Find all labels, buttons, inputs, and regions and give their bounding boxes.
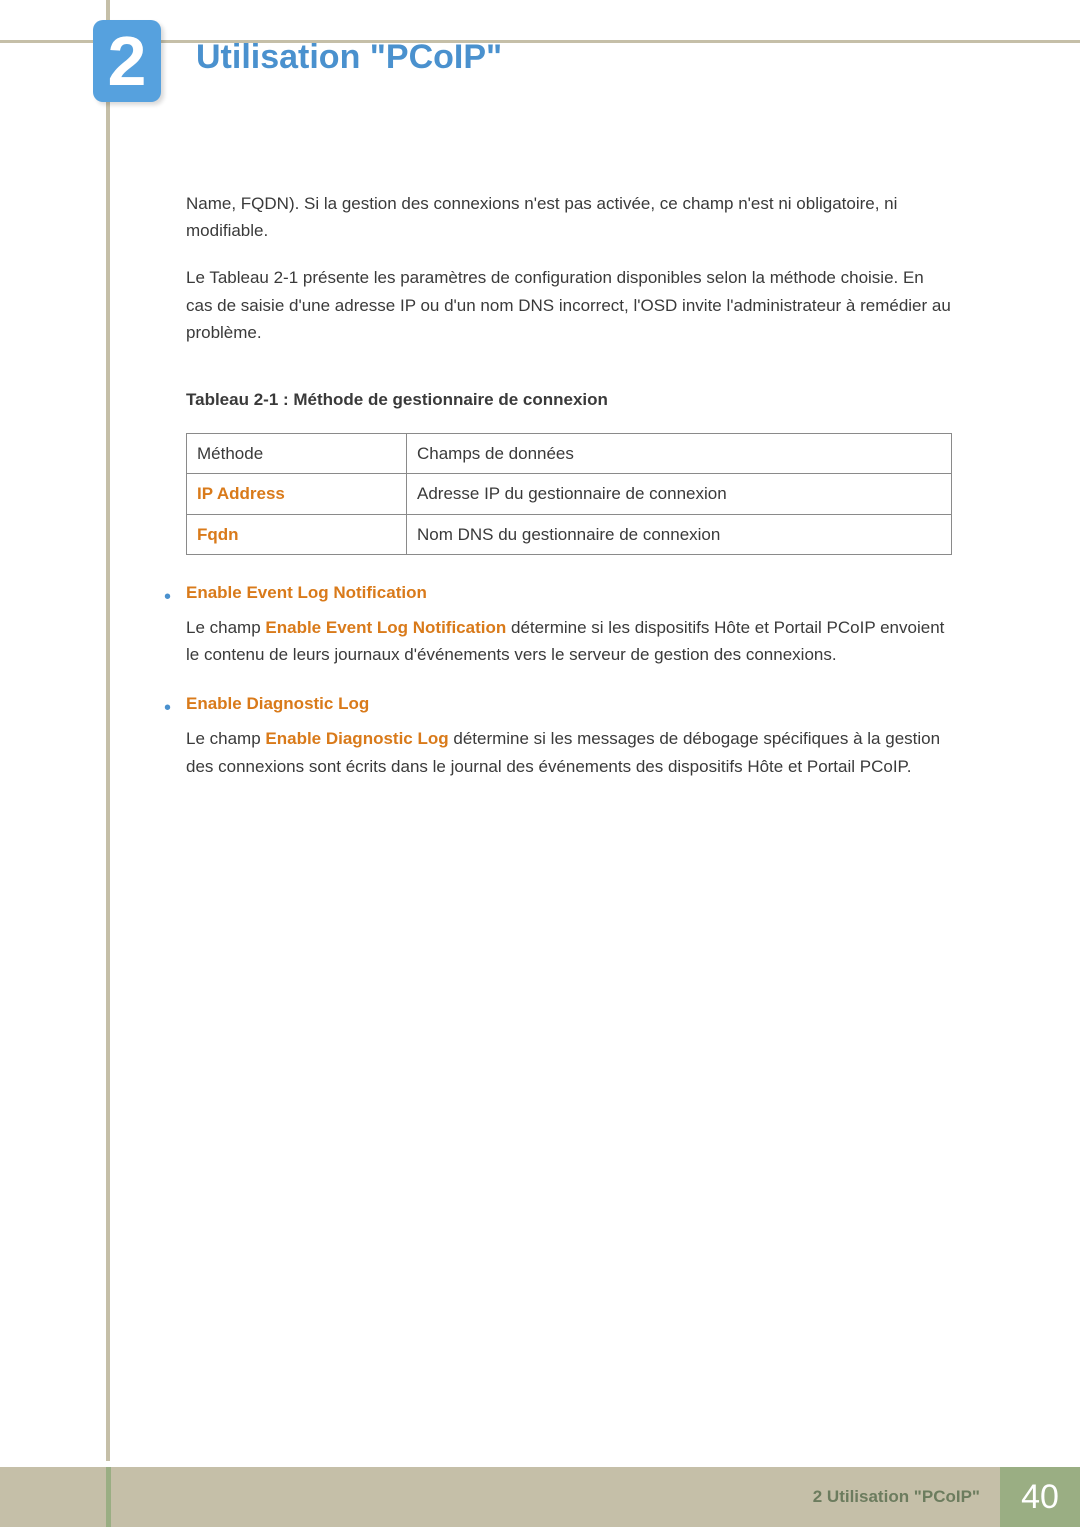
term: Enable Diagnostic Log: [265, 729, 448, 748]
paragraph: Name, FQDN). Si la gestion des connexion…: [186, 190, 952, 244]
table-cell-data: Nom DNS du gestionnaire de connexion: [407, 514, 952, 554]
footer-bar: 2 Utilisation "PCoIP": [0, 1467, 1000, 1527]
footer-accent: [106, 1467, 111, 1527]
table-row: Fqdn Nom DNS du gestionnaire de connexio…: [187, 514, 952, 554]
term: Enable Event Log Notification: [265, 618, 506, 637]
bullet-body: Le champ Enable Event Log Notification d…: [186, 614, 952, 668]
bullet-body: Le champ Enable Diagnostic Log détermine…: [186, 725, 952, 779]
chapter-title: Utilisation "PCoIP": [196, 38, 502, 77]
footer: 2 Utilisation "PCoIP" 40: [0, 1467, 1080, 1527]
table-cell-method: Fqdn: [187, 514, 407, 554]
bullet-item: Enable Event Log Notification Le champ E…: [186, 579, 952, 669]
chapter-badge: 2: [93, 20, 161, 102]
bullet-heading: Enable Diagnostic Log: [186, 690, 952, 717]
table-row: Méthode Champs de données: [187, 434, 952, 474]
table-header-cell: Champs de données: [407, 434, 952, 474]
paragraph: Le Tableau 2-1 présente les paramètres d…: [186, 264, 952, 346]
methods-table: Méthode Champs de données IP Address Adr…: [186, 433, 952, 555]
content-area: Name, FQDN). Si la gestion des connexion…: [186, 190, 952, 802]
table-caption: Tableau 2-1 : Méthode de gestionnaire de…: [186, 386, 952, 413]
bullet-item: Enable Diagnostic Log Le champ Enable Di…: [186, 690, 952, 780]
header-rule: [0, 40, 1080, 43]
table-header-cell: Méthode: [187, 434, 407, 474]
page-number: 40: [1000, 1467, 1080, 1527]
footer-label: 2 Utilisation "PCoIP": [813, 1487, 980, 1507]
text: Le champ: [186, 618, 265, 637]
chapter-number: 2: [108, 26, 147, 96]
table-row: IP Address Adresse IP du gestionnaire de…: [187, 474, 952, 514]
bullet-heading: Enable Event Log Notification: [186, 579, 952, 606]
left-rule: [106, 0, 110, 1461]
text: Le champ: [186, 729, 265, 748]
table-cell-data: Adresse IP du gestionnaire de connexion: [407, 474, 952, 514]
table-cell-method: IP Address: [187, 474, 407, 514]
